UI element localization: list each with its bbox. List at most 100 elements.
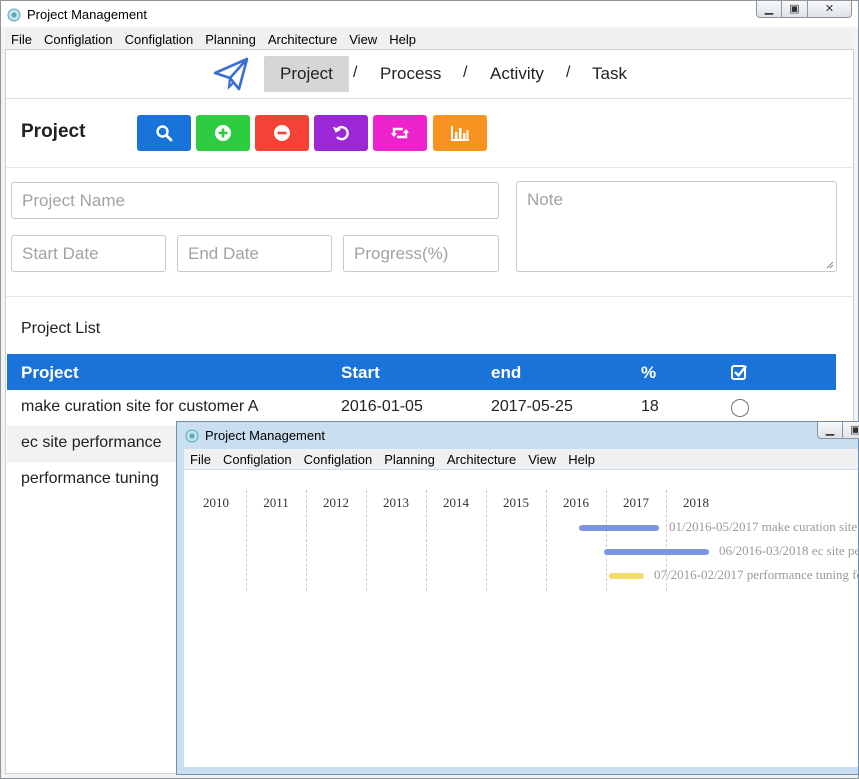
col-start[interactable]: Start xyxy=(341,363,380,383)
menu-file[interactable]: File xyxy=(5,32,38,47)
gantt-bar[interactable] xyxy=(579,525,659,531)
delete-button[interactable] xyxy=(255,115,309,151)
maximize-button[interactable]: ▣ xyxy=(843,422,859,439)
menu-architecture[interactable]: Architecture xyxy=(441,452,522,467)
menu-planning[interactable]: Planning xyxy=(378,452,441,467)
year-gridline xyxy=(246,490,247,591)
gantt-chart: 2010 2011 2012 2013 2014 2015 2016 2017 2018 01/2… xyxy=(184,470,858,767)
col-end[interactable]: end xyxy=(491,363,521,383)
cell-project: make curation site for customer A xyxy=(21,398,259,415)
year-label: 2011 xyxy=(263,495,289,510)
menu-architecture[interactable]: Architecture xyxy=(262,32,343,47)
undo-icon xyxy=(333,125,349,141)
minus-circle-icon xyxy=(274,125,290,141)
window-title: Project Management xyxy=(27,7,147,22)
check-square-icon[interactable] xyxy=(730,363,748,381)
tab-project[interactable]: Project xyxy=(264,56,349,92)
menu-help[interactable]: Help xyxy=(562,452,601,467)
year-label: 2012 xyxy=(323,495,349,510)
search-icon xyxy=(156,125,173,142)
minimize-button[interactable]: ▁ xyxy=(817,422,843,439)
menu-help[interactable]: Help xyxy=(383,32,422,47)
tab-task[interactable]: Task xyxy=(576,56,643,92)
menu-configlation-2[interactable]: Configlation xyxy=(119,32,200,47)
close-button[interactable]: ✕ xyxy=(808,1,852,18)
gantt-window: Project Management ▁ ▣ File Configlation… xyxy=(176,421,859,775)
cell-project: performance tuning xyxy=(21,470,159,487)
gantt-bar-label: 07/2016-02/2017 performance tuning for xyxy=(654,567,858,582)
bar-chart-icon xyxy=(451,126,469,141)
tab-process[interactable]: Process xyxy=(364,56,457,92)
chart-button[interactable] xyxy=(433,115,487,151)
year-gridline xyxy=(366,490,367,591)
col-percent[interactable]: % xyxy=(641,363,656,383)
project-name-input[interactable]: Project Name xyxy=(11,182,499,219)
nav-separator: / xyxy=(566,64,571,81)
app-icon xyxy=(7,8,21,22)
minimize-icon: ▁ xyxy=(764,3,774,15)
row-select-radio[interactable] xyxy=(731,399,749,417)
restore-icon: ▣ xyxy=(789,3,800,15)
close-icon: ✕ xyxy=(824,3,835,15)
gantt-bar-label: 01/2016-05/2017 make curation site fo xyxy=(669,519,858,534)
menu-configlation-1[interactable]: Configlation xyxy=(217,452,298,467)
menu-view[interactable]: View xyxy=(343,32,383,47)
menu-bar: File Configlation Configlation Planning … xyxy=(5,29,854,49)
start-date-input[interactable]: Start Date xyxy=(11,235,166,272)
tab-activity[interactable]: Activity xyxy=(474,56,560,92)
year-gridline xyxy=(306,490,307,591)
year-gridline xyxy=(606,490,607,591)
top-nav: Project / Process / Activity / Task xyxy=(6,50,853,99)
cell-percent: 18 xyxy=(641,398,659,415)
cell-end: 2017-05-25 xyxy=(491,398,573,415)
window-controls: ▁ ▣ xyxy=(817,422,859,439)
maximize-button[interactable]: ▣ xyxy=(782,1,808,18)
restore-icon: ▣ xyxy=(850,424,859,436)
list-label: Project List xyxy=(21,320,101,337)
gantt-bar[interactable] xyxy=(609,573,644,579)
menu-configlation-1[interactable]: Configlation xyxy=(38,32,119,47)
minimize-button[interactable]: ▁ xyxy=(756,1,782,18)
gantt-bar-label: 06/2016-03/2018 ec site perfo xyxy=(719,543,858,558)
note-placeholder: Note xyxy=(527,190,563,209)
year-label: 2014 xyxy=(443,495,469,510)
window-title: Project Management xyxy=(205,428,325,443)
section-title: Project xyxy=(21,121,86,142)
menu-file[interactable]: File xyxy=(184,452,217,467)
end-date-input[interactable]: End Date xyxy=(177,235,332,272)
note-textarea[interactable]: Note xyxy=(516,181,837,272)
window-controls: ▁ ▣ ✕ xyxy=(756,1,852,19)
nav-separator: / xyxy=(463,64,468,81)
cell-start: 2016-01-05 xyxy=(341,398,423,415)
minimize-icon: ▁ xyxy=(825,424,835,436)
year-label: 2017 xyxy=(623,495,649,510)
menu-view[interactable]: View xyxy=(522,452,562,467)
year-label: 2016 xyxy=(563,495,589,510)
progress-input[interactable]: Progress(%) xyxy=(343,235,499,272)
year-label: 2013 xyxy=(383,495,409,510)
gantt-bar[interactable] xyxy=(604,549,709,555)
project-form: Project Name Start Date End Date Progres… xyxy=(6,168,853,297)
menu-planning[interactable]: Planning xyxy=(199,32,262,47)
menu-bar: File Configlation Configlation Planning … xyxy=(184,449,858,469)
main-titlebar[interactable]: Project Management ▁ ▣ ✕ xyxy=(1,1,858,27)
year-gridline xyxy=(486,490,487,591)
year-label: 2010 xyxy=(203,495,229,510)
nav-separator: / xyxy=(353,64,358,81)
add-button[interactable] xyxy=(196,115,250,151)
search-button[interactable] xyxy=(137,115,191,151)
project-toolbar: Project xyxy=(6,99,853,168)
menu-configlation-2[interactable]: Configlation xyxy=(298,452,379,467)
year-gridline xyxy=(426,490,427,591)
app-icon xyxy=(185,429,199,443)
cell-project: ec site performance xyxy=(21,434,162,451)
retweet-icon xyxy=(391,127,409,139)
gantt-titlebar[interactable]: Project Management ▁ ▣ xyxy=(177,422,859,448)
refresh-button[interactable] xyxy=(373,115,427,151)
table-header: Project Start end % xyxy=(7,354,836,390)
paper-plane-icon[interactable] xyxy=(212,56,250,92)
col-project[interactable]: Project xyxy=(21,363,79,383)
resize-grip-icon[interactable] xyxy=(826,261,834,269)
undo-button[interactable] xyxy=(314,115,368,151)
year-gridline xyxy=(546,490,547,591)
